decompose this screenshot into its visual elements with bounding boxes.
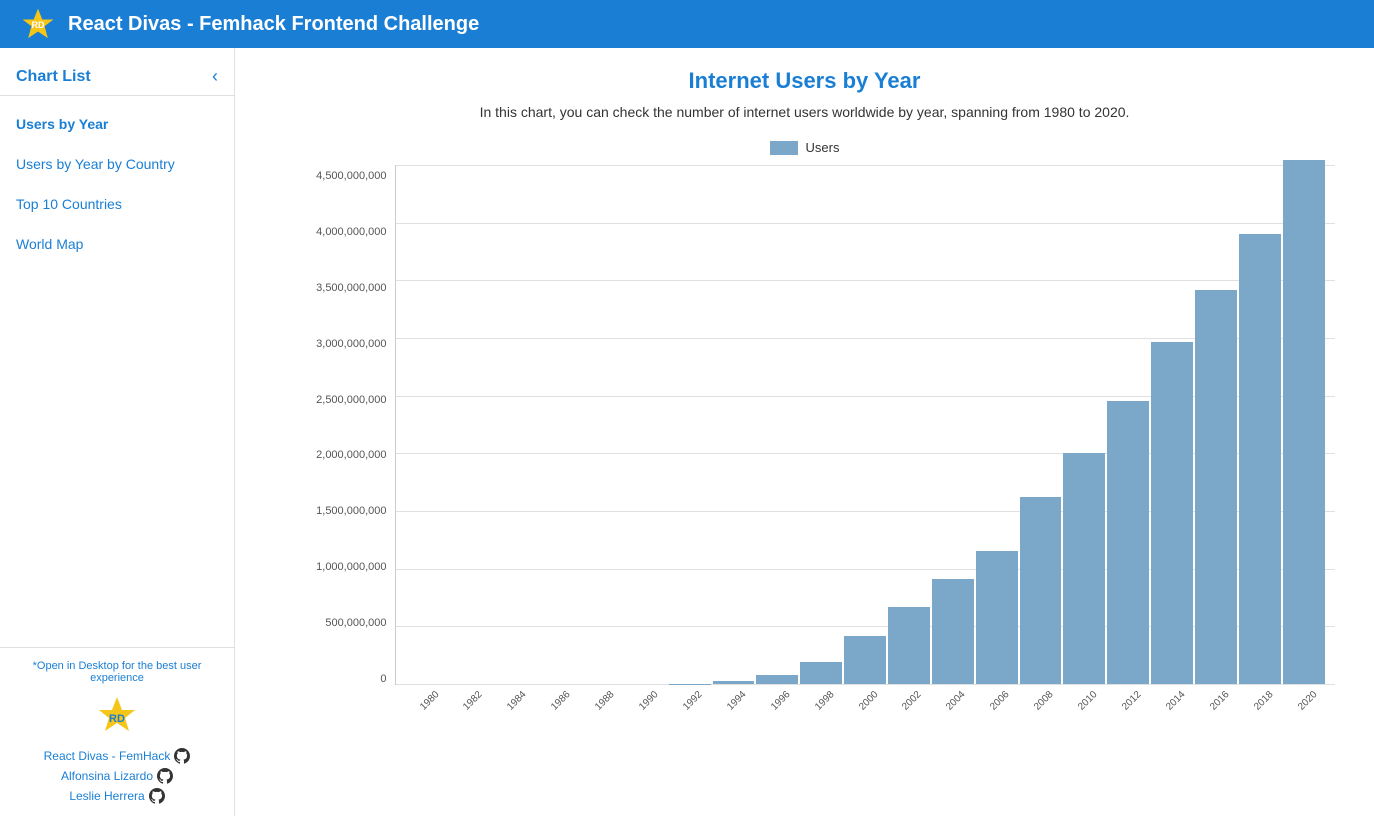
sidebar-item-world-map[interactable]: World Map (0, 224, 234, 264)
bar[interactable] (1020, 497, 1062, 684)
svg-text:RD: RD (32, 20, 45, 30)
github-icon-3 (149, 788, 165, 804)
chart-subtitle: In this chart, you can check the number … (480, 104, 1130, 120)
legend-label: Users (806, 140, 840, 155)
footer-link-react-divas[interactable]: React Divas - FemHack (44, 748, 191, 764)
x-axis-label: 2014 (1157, 682, 1206, 731)
bar[interactable] (844, 636, 886, 684)
bar[interactable] (1239, 234, 1281, 684)
sidebar-nav: Users by Year Users by Year by Country T… (0, 96, 234, 647)
grid-line (396, 684, 1335, 685)
y-label-3000: 3,000,000,000 (316, 338, 386, 350)
x-axis-label: 2004 (938, 682, 987, 731)
y-label-4500: 4,500,000,000 (316, 170, 386, 182)
x-axis-label: 1988 (586, 682, 635, 731)
footer-link-leslie[interactable]: Leslie Herrera (69, 788, 164, 804)
sidebar: Chart List ‹ Users by Year Users by Year… (0, 48, 235, 816)
x-axis-label: 1992 (674, 682, 723, 731)
legend-color-box (770, 141, 798, 155)
bar[interactable] (1107, 401, 1149, 684)
sidebar-collapse-button[interactable]: ‹ (212, 66, 218, 87)
sidebar-item-top-10-countries[interactable]: Top 10 Countries (0, 184, 234, 224)
x-axis-label: 2002 (894, 682, 943, 731)
bar[interactable] (800, 662, 842, 684)
x-axis-label: 2018 (1245, 682, 1294, 731)
header-title: React Divas - Femhack Frontend Challenge (68, 13, 479, 36)
sidebar-header: Chart List ‹ (0, 58, 234, 96)
x-axis-label: 2012 (1113, 682, 1162, 731)
y-label-2500: 2,500,000,000 (316, 394, 386, 406)
x-axis-label: 2006 (981, 682, 1030, 731)
github-icon-2 (157, 768, 173, 784)
footer-logo: RD (10, 694, 224, 738)
x-axis-label: 2000 (850, 682, 899, 731)
y-label-0: 0 (380, 673, 386, 685)
x-axis-label: 1990 (630, 682, 679, 731)
y-label-4000: 4,000,000,000 (316, 226, 386, 238)
y-axis: 4,500,000,000 4,000,000,000 3,500,000,00… (275, 165, 395, 725)
x-axis-label: 1986 (542, 682, 591, 731)
x-axis-label: 1998 (806, 682, 855, 731)
footer-note: *Open in Desktop for the best user exper… (10, 660, 224, 684)
bar[interactable] (976, 551, 1018, 684)
main-content: Internet Users by Year In this chart, yo… (235, 48, 1374, 816)
y-label-1500: 1,500,000,000 (316, 505, 386, 517)
y-label-3500: 3,500,000,000 (316, 282, 386, 294)
bar[interactable] (932, 579, 974, 684)
chart-container: Users 4,500,000,000 4,000,000,000 3,500,… (275, 140, 1335, 725)
x-axis-label: 2016 (1201, 682, 1250, 731)
y-label-500: 500,000,000 (325, 617, 386, 629)
sidebar-title: Chart List (16, 68, 91, 86)
bars-grid (395, 165, 1335, 685)
x-axis-label: 2020 (1289, 682, 1338, 731)
x-axis-label: 1994 (718, 682, 767, 731)
y-label-1000: 1,000,000,000 (316, 561, 386, 573)
x-labels: 1980198219841986198819901992199419961998… (395, 689, 1335, 725)
bar[interactable] (1063, 453, 1105, 684)
x-axis-label: 2010 (1069, 682, 1118, 731)
sidebar-footer: *Open in Desktop for the best user exper… (0, 647, 234, 816)
chart-inner: 1980198219841986198819901992199419961998… (395, 165, 1335, 725)
app-logo: RD (20, 6, 56, 42)
footer-link-alfonsina[interactable]: Alfonsina Lizardo (61, 768, 173, 784)
x-axis-label: 1984 (498, 682, 547, 731)
bars-wrapper (396, 165, 1335, 684)
x-axis-label: 1996 (762, 682, 811, 731)
footer-links: React Divas - FemHack Alfonsina Lizardo … (10, 748, 224, 804)
chart-area: 4,500,000,000 4,000,000,000 3,500,000,00… (275, 165, 1335, 725)
y-label-2000: 2,000,000,000 (316, 449, 386, 461)
svg-text:RD: RD (109, 713, 125, 725)
chart-title: Internet Users by Year (689, 68, 921, 94)
bar[interactable] (888, 607, 930, 684)
x-axis-label: 2008 (1025, 682, 1074, 731)
x-axis: 1980198219841986198819901992199419961998… (395, 685, 1335, 725)
bar[interactable] (1195, 290, 1237, 684)
main-layout: Chart List ‹ Users by Year Users by Year… (0, 48, 1374, 816)
sidebar-item-users-by-year-by-country[interactable]: Users by Year by Country (0, 144, 234, 184)
github-icon (174, 748, 190, 764)
chart-legend: Users (275, 140, 1335, 155)
sidebar-item-users-by-year[interactable]: Users by Year (0, 104, 234, 144)
bar[interactable] (1151, 342, 1193, 684)
bar[interactable] (1283, 160, 1325, 684)
app-header: RD React Divas - Femhack Frontend Challe… (0, 0, 1374, 48)
x-axis-label: 1982 (455, 682, 504, 731)
x-axis-label: 1980 (411, 682, 460, 731)
